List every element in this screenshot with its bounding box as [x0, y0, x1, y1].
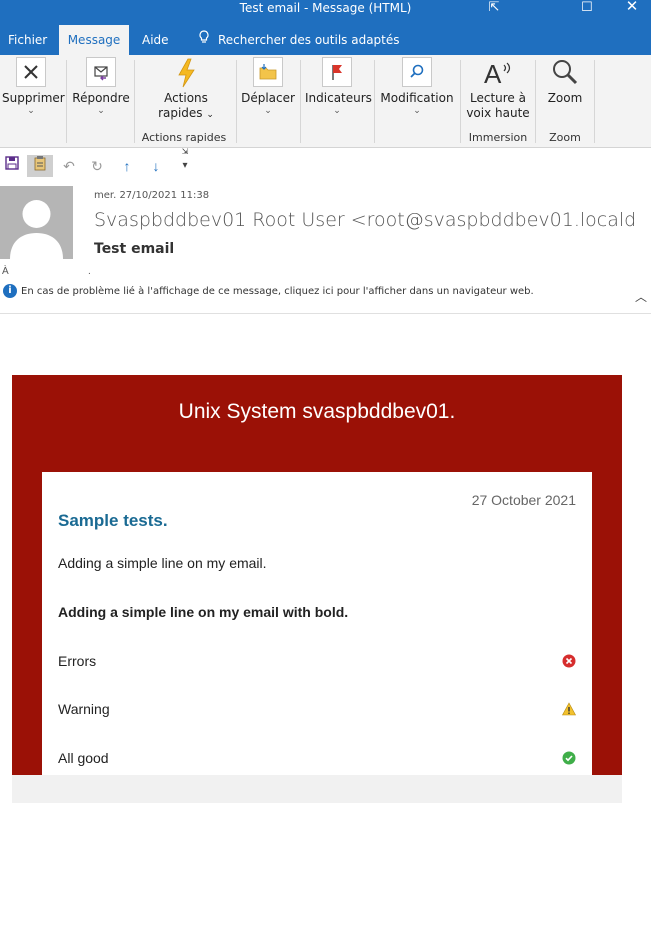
- avatar: [0, 186, 73, 259]
- chevron-down-icon: ⌄: [413, 106, 421, 116]
- magnifier-icon: [550, 57, 580, 87]
- info-bar[interactable]: i En cas de problème lié à l'affichage de…: [3, 284, 534, 298]
- ribbon-separator: [300, 60, 301, 143]
- flag-icon: [322, 57, 352, 87]
- status-row-errors: Errors: [58, 651, 576, 671]
- edit-label: Modification: [380, 91, 454, 105]
- ribbon-separator: [535, 60, 536, 143]
- close-icon[interactable]: ✕: [612, 0, 651, 25]
- group-quick-actions-label: Actions rapides: [141, 131, 227, 144]
- message-subject: Test email: [94, 241, 175, 257]
- email-frame: Unix System svaspbddbev01. 27 October 20…: [12, 375, 622, 775]
- flags-button[interactable]: Indicateurs ⌄: [305, 57, 372, 116]
- header-divider: [0, 313, 651, 314]
- read-aloud-button[interactable]: A Lecture à voix haute: [466, 57, 530, 121]
- lightning-icon: [171, 57, 201, 88]
- to-label: À: [2, 266, 9, 277]
- move-button[interactable]: Déplacer ⌄: [240, 57, 296, 116]
- search-tools-label: Rechercher des outils adaptés: [218, 33, 400, 47]
- edit-button[interactable]: Modification ⌄: [379, 57, 455, 116]
- reply-label: Répondre: [72, 91, 130, 105]
- title-bar: Test email - Message (HTML) ⇱ ☐ ✕: [0, 0, 651, 25]
- status-label: Errors: [58, 653, 97, 669]
- message-date: mer. 27/10/2021 11:38: [94, 190, 210, 201]
- lightbulb-icon: [198, 26, 210, 56]
- email-banner-title: Unix System svaspbddbev01.: [178, 400, 456, 423]
- redo-icon[interactable]: ↻: [86, 155, 108, 177]
- find-icon: [402, 57, 432, 87]
- save-icon[interactable]: [1, 155, 23, 177]
- zoom-button[interactable]: Zoom: [540, 57, 590, 106]
- group-zoom: Zoom: [549, 131, 581, 144]
- reply-icon: [86, 57, 116, 87]
- quick-actions-label-1: Actions: [164, 91, 208, 105]
- email-date: 27 October 2021: [471, 492, 576, 508]
- status-label: All good: [58, 750, 109, 766]
- chevron-up-icon[interactable]: ︿: [634, 290, 648, 304]
- delete-icon: [16, 57, 46, 87]
- email-card: 27 October 2021 Sample tests. Adding a s…: [42, 472, 592, 775]
- group-immersion: Immersion: [468, 131, 528, 144]
- ribbon-separator: [134, 60, 135, 143]
- error-icon: [562, 654, 576, 668]
- info-bar-text: En cas de problème lié à l'affichage de …: [21, 286, 534, 297]
- to-value[interactable]: .: [88, 266, 91, 277]
- tab-message[interactable]: Message: [59, 25, 129, 55]
- paste-icon[interactable]: [27, 155, 53, 177]
- quick-actions-label-2: rapides: [158, 106, 203, 120]
- delete-label: Supprimer: [2, 91, 65, 105]
- chevron-down-icon: ⌄: [333, 106, 341, 116]
- message-sender[interactable]: Svaspbddbev01 Root User <root@svaspbddbe…: [94, 209, 634, 231]
- ribbon-separator: [236, 60, 237, 143]
- maximize-icon[interactable]: ☐: [567, 0, 607, 25]
- email-line-bold: Adding a simple line on my email with bo…: [58, 604, 349, 620]
- undo-icon[interactable]: ↶: [58, 155, 80, 177]
- customize-toolbar-icon[interactable]: ▾: [174, 155, 196, 177]
- read-aloud-label-2: voix haute: [466, 106, 530, 120]
- next-item-icon[interactable]: ↓: [145, 155, 167, 177]
- move-label: Déplacer: [241, 91, 295, 105]
- tab-aide[interactable]: Aide: [134, 25, 177, 55]
- status-row-all-good: All good: [58, 748, 576, 768]
- read-aloud-label-1: Lecture à: [470, 91, 526, 105]
- info-icon: i: [3, 284, 17, 298]
- zoom-label: Zoom: [547, 91, 583, 105]
- quick-access-toolbar: ↶ ↻ ↑ ↓ ▾: [0, 149, 651, 181]
- window-title: Test email - Message (HTML): [239, 1, 412, 15]
- flags-label: Indicateurs: [305, 91, 372, 105]
- menu-bar: Fichier Message Aide Rechercher des outi…: [0, 25, 651, 55]
- chevron-down-icon: ⌄: [27, 106, 35, 116]
- chevron-down-icon: ⌄: [264, 106, 272, 116]
- message-recipients: À .: [2, 266, 91, 277]
- email-footer-strip: [12, 775, 622, 803]
- read-aloud-icon: A: [482, 57, 514, 89]
- chevron-down-icon: ⌄: [206, 110, 214, 120]
- quick-actions-button[interactable]: Actions rapides ⌄: [155, 57, 217, 123]
- svg-text:A: A: [484, 59, 502, 89]
- ribbon-separator: [374, 60, 375, 143]
- tab-fichier[interactable]: Fichier: [0, 25, 55, 55]
- reply-button[interactable]: Répondre ⌄: [72, 57, 130, 116]
- warning-icon: [561, 702, 577, 716]
- outlook-message-window: Test email - Message (HTML) ⇱ ☐ ✕ Fichie…: [0, 0, 651, 933]
- folder-icon: [253, 57, 283, 87]
- email-line: Adding a simple line on my email.: [58, 555, 267, 571]
- status-row-warning: Warning: [58, 699, 577, 719]
- check-icon: [562, 751, 576, 765]
- ribbon-separator: [66, 60, 67, 143]
- restore-icon[interactable]: ⇱: [474, 0, 514, 25]
- ribbon: Supprimer ⌄ Répondre ⌄ Actions rapides ⌄…: [0, 55, 651, 156]
- delete-button[interactable]: Supprimer ⌄: [2, 57, 65, 116]
- ribbon-separator: [460, 60, 461, 143]
- email-title: Sample tests.: [58, 511, 168, 530]
- search-tools[interactable]: Rechercher des outils adaptés: [190, 25, 408, 55]
- status-label: Warning: [58, 701, 110, 717]
- ribbon-separator: [594, 60, 595, 143]
- chevron-down-icon: ⌄: [97, 106, 105, 116]
- previous-item-icon[interactable]: ↑: [116, 155, 138, 177]
